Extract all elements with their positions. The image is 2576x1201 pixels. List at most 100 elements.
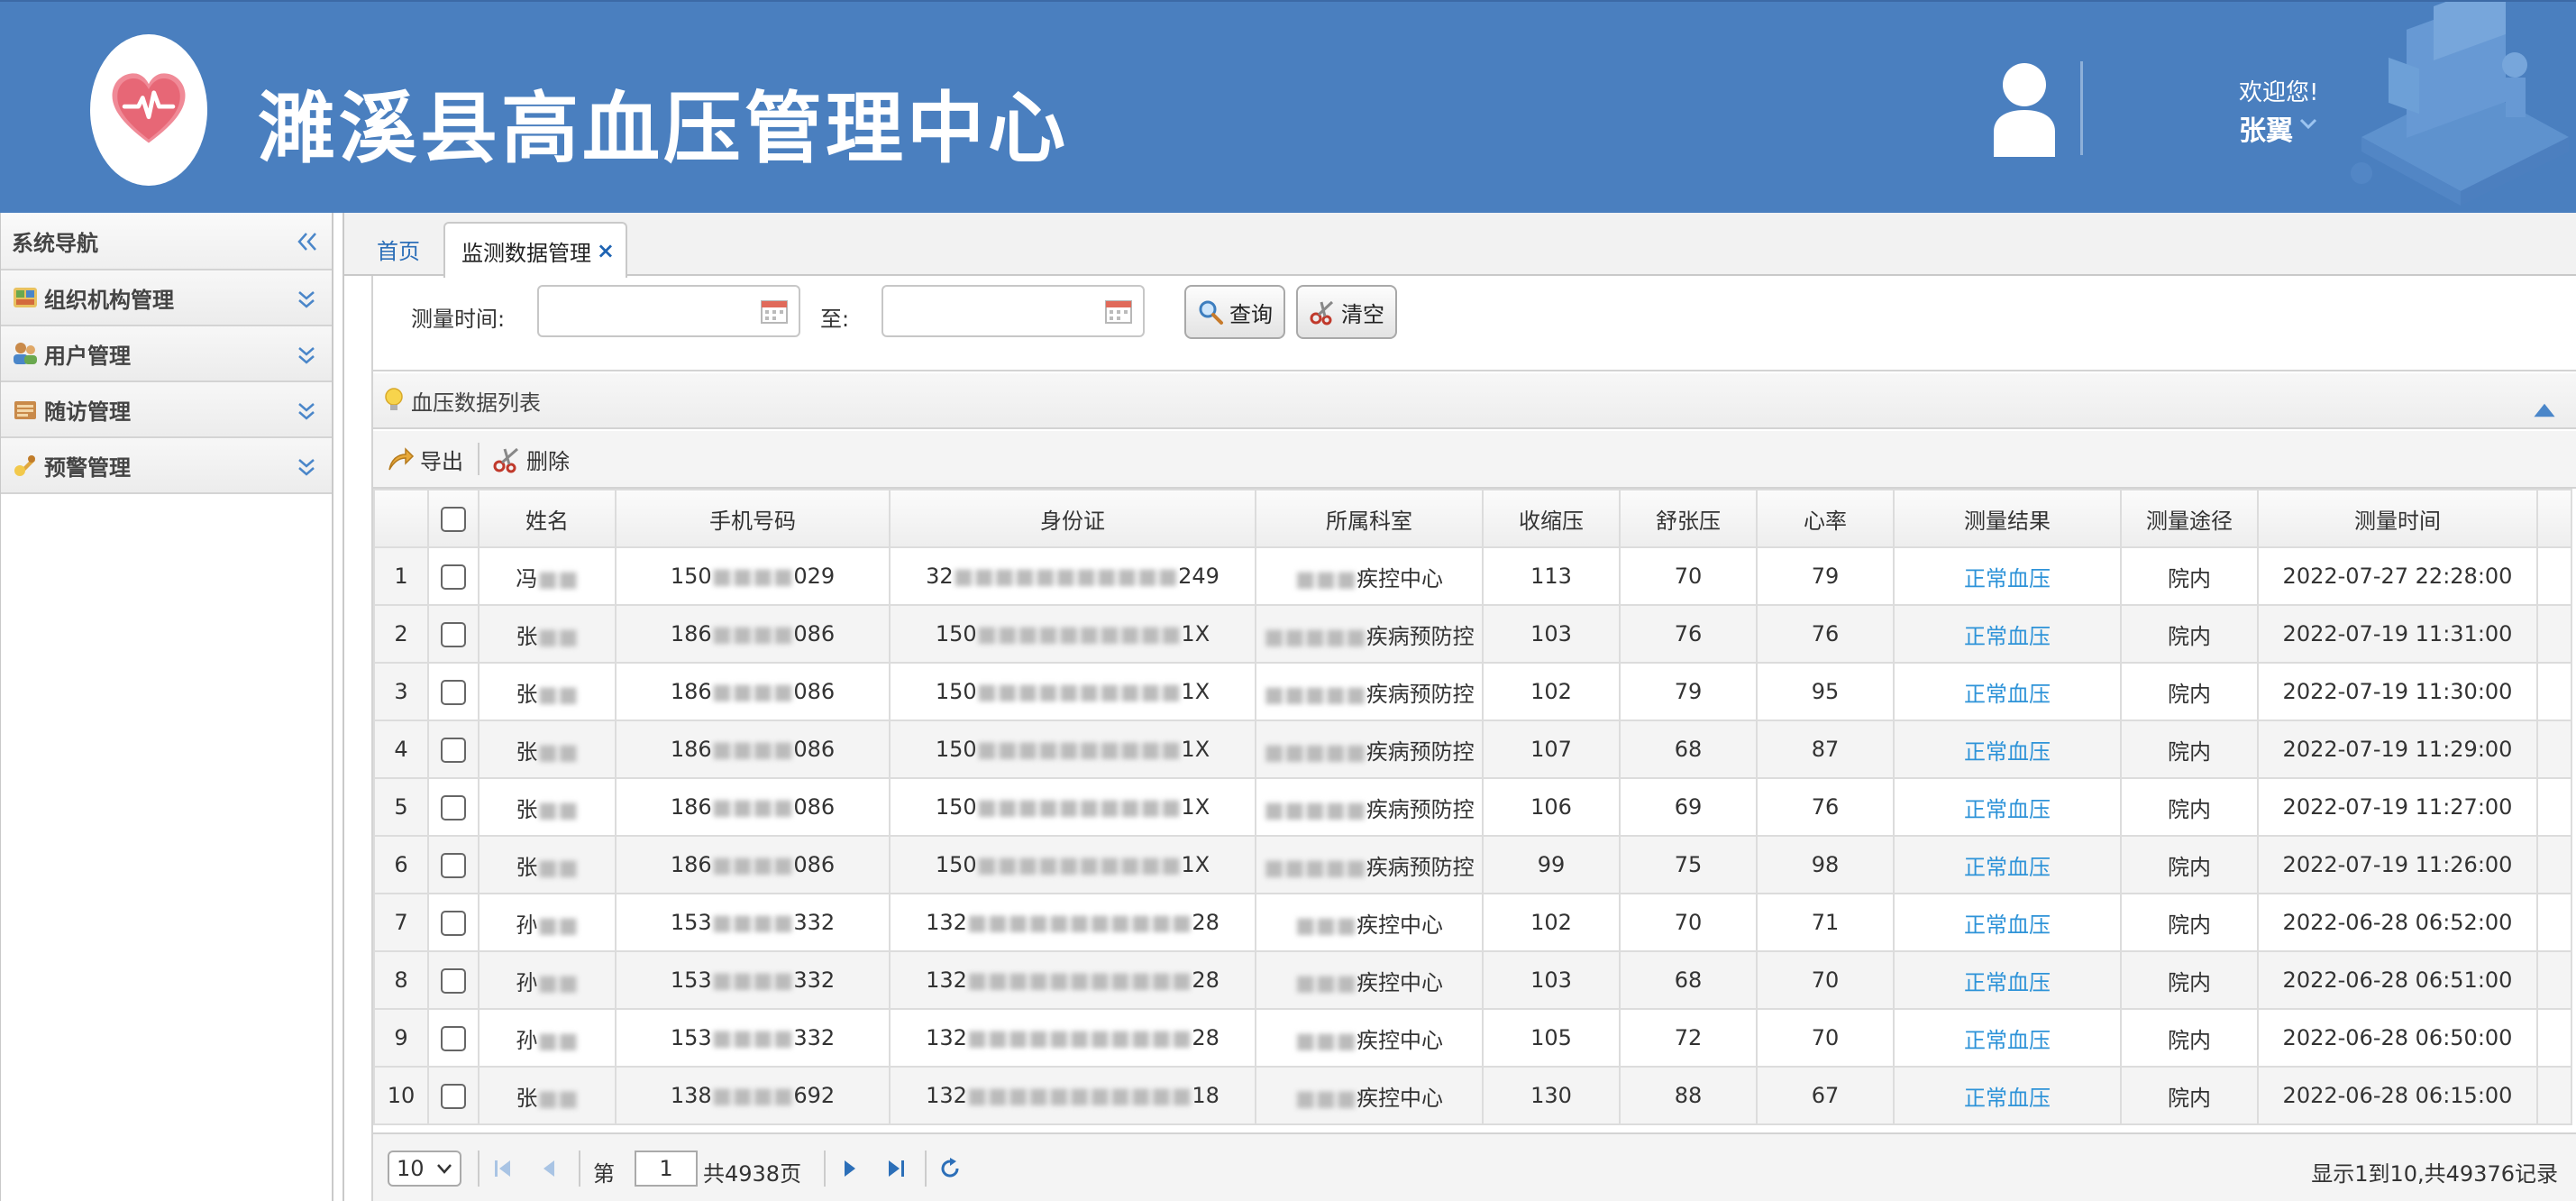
cell-result-link[interactable]: 正常血压 (1893, 950, 2122, 1010)
next-page-icon[interactable] (838, 1158, 862, 1179)
close-icon[interactable]: × (597, 238, 615, 263)
cell-measure-time: 2022-06-28 06:51:00 (2257, 950, 2538, 1010)
cell-result-link[interactable]: 正常血压 (1893, 1066, 2122, 1125)
chevron-double-down-icon (298, 403, 315, 420)
id-blur: ■■■■■■■■■■■ (966, 1083, 1192, 1108)
cell-diastolic: 72 (1619, 1008, 1758, 1068)
calendar-icon[interactable] (1103, 296, 1134, 326)
delete-button[interactable]: 删除 (492, 444, 570, 475)
collapse-up-icon[interactable] (2533, 397, 2556, 424)
query-button[interactable]: 查询 (1184, 285, 1285, 339)
id-prefix: 132 (926, 967, 967, 993)
cell-result-link[interactable]: 正常血压 (1893, 604, 2122, 664)
cell-phone: 186■■■■086 (615, 777, 891, 837)
column-header[interactable]: 收缩压 (1482, 489, 1621, 548)
name-blur: ■■ (537, 681, 579, 707)
user-avatar-icon[interactable] (1990, 61, 2059, 157)
lightbulb-icon (385, 388, 403, 410)
table-row[interactable]: 8 孙■■ 153■■■■332 132■■■■■■■■■■■28 ■■■疾控中心 103… (373, 950, 2572, 1010)
dept-blur: ■■■■■ (1264, 854, 1366, 880)
first-page-icon[interactable] (492, 1158, 516, 1179)
clear-button[interactable]: 清空 (1296, 285, 1397, 339)
column-header[interactable]: 所属科室 (1255, 489, 1484, 548)
table-row[interactable]: 5 张■■ 186■■■■086 150■■■■■■■■■■1X ■■■■■疾病预防控 1… (373, 777, 2572, 837)
sidebar-item-users[interactable]: 用户管理 (1, 326, 332, 382)
sidebar-item-alert[interactable]: 预警管理 (1, 438, 332, 494)
cell-id-card: 32■■■■■■■■■■■249 (889, 546, 1256, 606)
delete-label: 删除 (526, 448, 570, 474)
dept-text: 疾病预防控 (1366, 738, 1475, 765)
tab-monitor-data[interactable]: 监测数据管理 × (443, 222, 627, 278)
sidebar-item-org[interactable]: 组织机构管理 (1, 270, 332, 326)
cell-id-card: 132■■■■■■■■■■■28 (889, 950, 1256, 1010)
tab-home[interactable]: 首页 (362, 222, 434, 276)
cell-department: ■■■■■疾病预防控 (1255, 835, 1484, 894)
column-header[interactable]: 手机号码 (615, 489, 891, 548)
name-blur: ■■ (537, 565, 579, 591)
row-checkbox[interactable] (441, 1083, 466, 1109)
row-select-cell (427, 720, 480, 779)
row-checkbox[interactable] (441, 737, 466, 763)
row-checkbox[interactable] (441, 679, 466, 705)
table-row[interactable]: 10 张■■ 138■■■■692 132■■■■■■■■■■■18 ■■■疾控中心 13… (373, 1066, 2572, 1125)
column-header[interactable]: 姓名 (478, 489, 617, 548)
cell-result-link[interactable]: 正常血压 (1893, 546, 2122, 606)
column-header[interactable]: 心率 (1756, 489, 1895, 548)
table-row[interactable]: 6 张■■ 186■■■■086 150■■■■■■■■■■1X ■■■■■疾病预防控 9… (373, 835, 2572, 894)
export-button[interactable]: 导出 (386, 444, 463, 475)
select-all-checkbox[interactable] (441, 506, 466, 532)
page-size-select[interactable]: 10 (388, 1151, 461, 1187)
column-header[interactable]: 测量途径 (2120, 489, 2259, 548)
prev-page-icon[interactable] (537, 1158, 561, 1179)
column-header[interactable]: 舒张压 (1619, 489, 1758, 548)
table-row[interactable]: 9 孙■■ 153■■■■332 132■■■■■■■■■■■28 ■■■疾控中心 105… (373, 1008, 2572, 1068)
column-header[interactable]: 测量结果 (1893, 489, 2122, 548)
name-blur: ■■ (537, 912, 579, 938)
export-icon (388, 447, 415, 471)
phone-blur: ■■■■ (711, 737, 794, 762)
cell-result-link[interactable]: 正常血压 (1893, 720, 2122, 779)
refresh-icon[interactable] (939, 1158, 963, 1179)
chevron-double-down-icon (298, 291, 315, 308)
cell-name: 张■■ (478, 777, 617, 837)
table-row[interactable]: 7 孙■■ 153■■■■332 132■■■■■■■■■■■28 ■■■疾控中心 102… (373, 893, 2572, 952)
cell-name: 张■■ (478, 1066, 617, 1125)
name-text: 孙 (516, 912, 538, 938)
cell-systolic: 107 (1482, 720, 1621, 779)
collapse-left-icon[interactable] (296, 231, 319, 252)
cell-result-link[interactable]: 正常血压 (1893, 777, 2122, 837)
cell-result-link[interactable]: 正常血压 (1893, 662, 2122, 721)
cell-result-link[interactable]: 正常血压 (1893, 835, 2122, 894)
row-checkbox[interactable] (441, 852, 466, 878)
phone-suffix: 332 (793, 967, 836, 993)
row-checkbox[interactable] (441, 1025, 466, 1051)
calendar-icon[interactable] (759, 296, 790, 326)
row-checkbox[interactable] (441, 967, 466, 994)
page-number-input[interactable]: 1 (635, 1151, 698, 1187)
pager-separator (925, 1151, 927, 1187)
column-header[interactable]: 身份证 (889, 489, 1256, 548)
cell-result-link[interactable]: 正常血压 (1893, 893, 2122, 952)
chevron-down-icon[interactable] (2298, 114, 2318, 133)
row-checkbox[interactable] (441, 564, 466, 590)
table-row[interactable]: 2 张■■ 186■■■■086 150■■■■■■■■■■1X ■■■■■疾病预防控 1… (373, 604, 2572, 664)
row-checkbox[interactable] (441, 794, 466, 821)
dept-text: 疾病预防控 (1366, 681, 1475, 707)
last-page-icon[interactable] (883, 1158, 907, 1179)
row-number: 8 (373, 950, 429, 1010)
row-filler (2536, 835, 2572, 894)
column-header[interactable]: 测量时间 (2257, 489, 2538, 548)
table-row[interactable]: 1 冯■■ 150■■■■029 32■■■■■■■■■■■249 ■■■疾控中心 113… (373, 546, 2572, 606)
row-checkbox[interactable] (441, 621, 466, 647)
cell-result-link[interactable]: 正常血压 (1893, 1008, 2122, 1068)
table-row[interactable]: 3 张■■ 186■■■■086 150■■■■■■■■■■1X ■■■■■疾病预防控 1… (373, 662, 2572, 721)
row-filler (2536, 1066, 2572, 1125)
table-row[interactable]: 4 张■■ 186■■■■086 150■■■■■■■■■■1X ■■■■■疾病预防控 1… (373, 720, 2572, 779)
username[interactable]: 张翼 (2239, 108, 2293, 148)
followup-icon (14, 401, 36, 419)
sidebar-item-followup[interactable]: 随访管理 (1, 382, 332, 438)
id-prefix: 32 (926, 564, 954, 589)
dept-text: 疾控中心 (1357, 912, 1444, 938)
row-checkbox[interactable] (441, 910, 466, 936)
cell-id-card: 132■■■■■■■■■■■28 (889, 1008, 1256, 1068)
